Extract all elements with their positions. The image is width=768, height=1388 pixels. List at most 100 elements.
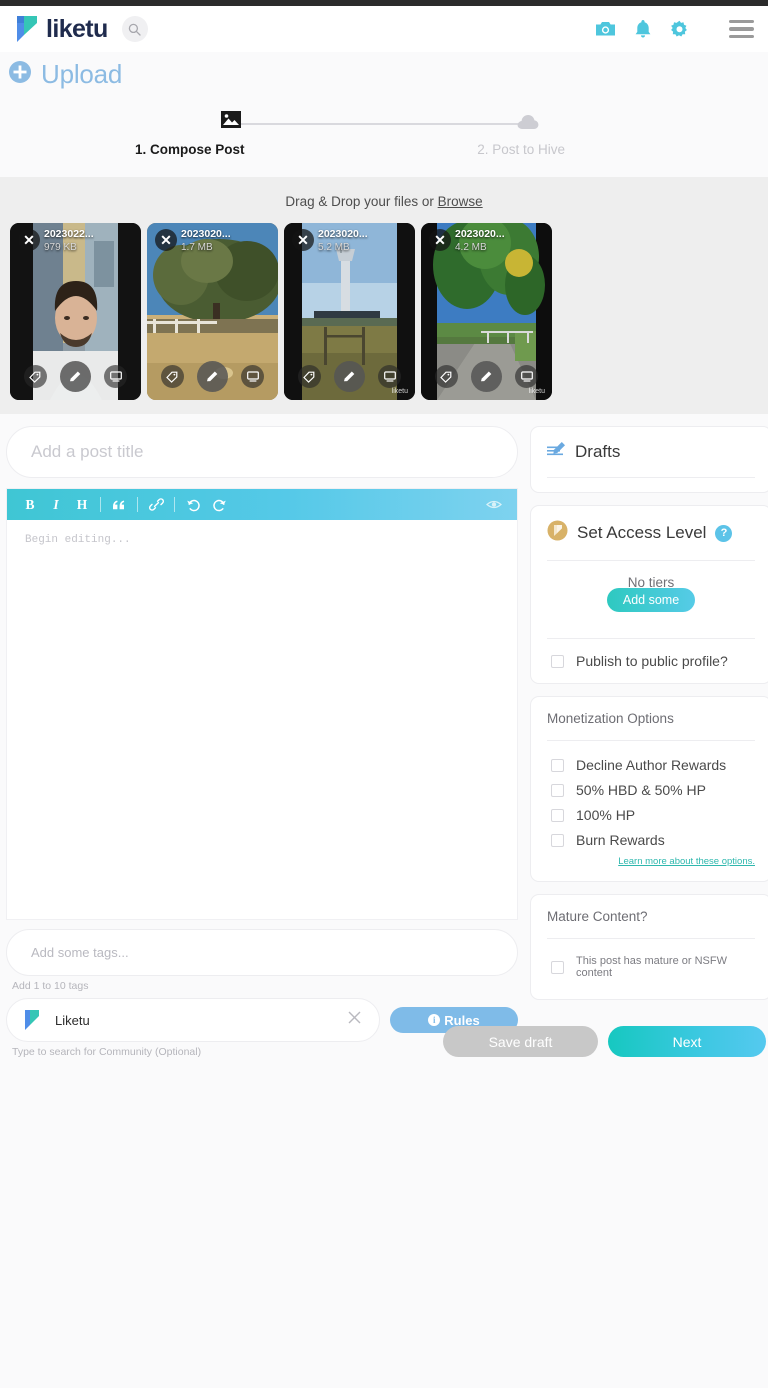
thumbnail-item[interactable]: ✕ 2023020... 5.2 MB liketu — [284, 223, 415, 400]
image-icon[interactable] — [221, 110, 241, 129]
dropzone-prompt: Drag & Drop your files or Browse — [0, 194, 768, 209]
brand-logo[interactable]: liketu — [14, 14, 108, 44]
file-name: 2023020... — [181, 228, 231, 240]
toolbar-divider — [100, 497, 101, 512]
caption-icon[interactable] — [515, 365, 539, 388]
monetization-card: Monetization Options Decline Author Rewa… — [530, 696, 768, 882]
liketu-logo-icon — [14, 14, 39, 44]
mature-content-label: This post has mature or NSFW content — [576, 955, 727, 979]
toolbar-divider — [137, 497, 138, 512]
dropzone[interactable]: Drag & Drop your files or Browse ✕ 20230… — [0, 177, 768, 414]
thumbnail-item[interactable]: ✕ 2023020... 1.7 MB — [147, 223, 278, 400]
bold-button[interactable]: B — [17, 492, 43, 518]
mature-content-row[interactable]: This post has mature or NSFW content — [547, 939, 755, 985]
gear-icon[interactable] — [670, 20, 689, 39]
camera-icon[interactable] — [595, 20, 616, 38]
dropzone-prompt-text: Drag & Drop your files or — [285, 194, 438, 209]
monetization-option-row[interactable]: 100% HP — [547, 798, 755, 823]
tags-input[interactable] — [6, 929, 518, 976]
mature-content-checkbox[interactable] — [551, 960, 564, 974]
upload-title-bar: Upload — [0, 52, 768, 96]
hamburger-menu-icon[interactable] — [729, 19, 754, 39]
monetization-heading: Monetization Options — [547, 711, 674, 726]
link-icon[interactable] — [143, 492, 169, 518]
pencil-edit-icon[interactable] — [196, 361, 228, 392]
publish-public-checkbox[interactable] — [551, 654, 564, 668]
monetization-option-label: 100% HP — [576, 807, 636, 823]
save-draft-button[interactable]: Save draft — [443, 1026, 598, 1057]
editor-body[interactable]: Begin editing... — [7, 520, 517, 919]
file-size: 5.2 MB — [318, 242, 350, 253]
plus-circle-icon[interactable] — [8, 60, 32, 89]
remove-file-button[interactable]: ✕ — [292, 229, 314, 251]
next-button[interactable]: Next — [608, 1026, 766, 1057]
sidebar-column: Drafts Set Access Level ? No tiers Add s… — [443, 426, 768, 1057]
undo-icon[interactable] — [180, 492, 206, 518]
monetization-option-row[interactable]: Burn Rewards — [547, 823, 755, 848]
tags-hint: Add 1 to 10 tags — [12, 980, 89, 992]
step-2-label[interactable]: 2. Post to Hive — [477, 142, 565, 157]
stepper-section: 1. Compose Post 2. Post to Hive — [0, 96, 768, 177]
remove-file-button[interactable]: ✕ — [155, 229, 177, 251]
file-name: 2023020... — [455, 228, 505, 240]
learn-more-link[interactable]: Learn more about these options. — [547, 856, 755, 867]
post-title-input[interactable] — [6, 426, 518, 478]
redo-icon[interactable] — [206, 492, 232, 518]
italic-button[interactable]: I — [43, 492, 69, 518]
publish-public-label: Publish to public profile? — [576, 653, 728, 669]
quote-icon[interactable] — [106, 492, 132, 518]
caption-icon[interactable] — [378, 365, 402, 388]
tag-icon[interactable] — [297, 365, 321, 388]
editor-toolbar: B I H — [7, 489, 517, 520]
search-icon[interactable] — [121, 16, 148, 42]
hundred-hp-checkbox[interactable] — [551, 808, 564, 822]
liketu-gold-icon — [547, 520, 568, 546]
tag-icon[interactable] — [434, 365, 458, 388]
thumbnail-toolbar — [10, 361, 141, 392]
toolbar-divider — [174, 497, 175, 512]
burn-rewards-checkbox[interactable] — [551, 833, 564, 847]
app-header: liketu — [0, 6, 768, 52]
mature-content-heading: Mature Content? — [547, 909, 648, 924]
publish-public-row[interactable]: Publish to public profile? — [547, 639, 755, 669]
thumbnail-item[interactable]: ✕ 2023020... 4.2 MB liketu — [421, 223, 552, 400]
pencil-edit-icon[interactable] — [59, 361, 91, 392]
divider — [547, 477, 755, 478]
file-size: 4.2 MB — [455, 242, 487, 253]
hbd-hp-split-checkbox[interactable] — [551, 783, 564, 797]
tier-zone: No tiers Add some — [547, 561, 755, 624]
upload-page: liketu Upload 1. Compose Post 2. Post to… — [0, 0, 768, 1388]
bell-icon[interactable] — [634, 19, 652, 39]
add-tiers-button[interactable]: Add some — [606, 588, 696, 612]
access-level-card: Set Access Level ? No tiers Add some Pub… — [530, 505, 768, 684]
file-name: 2023022... — [44, 228, 94, 240]
thumbnail-item[interactable]: ✕ 2023022... 979 KB — [10, 223, 141, 400]
header-left-group: liketu — [14, 14, 148, 44]
header-right-group — [595, 19, 754, 39]
monetization-option-row[interactable]: 50% HBD & 50% HP — [547, 773, 755, 798]
caption-icon[interactable] — [241, 365, 265, 388]
access-title-row: Set Access Level ? — [547, 520, 755, 546]
eye-preview-icon[interactable] — [481, 492, 507, 518]
decline-author-rewards-checkbox[interactable] — [551, 758, 564, 772]
question-mark-icon[interactable]: ? — [715, 524, 733, 542]
markdown-editor: B I H Begin editing... — [6, 488, 518, 920]
tag-icon[interactable] — [160, 365, 184, 388]
tag-icon[interactable] — [23, 365, 47, 388]
heading-button[interactable]: H — [69, 492, 95, 518]
thumbnail-toolbar — [147, 361, 278, 392]
remove-file-button[interactable]: ✕ — [429, 229, 451, 251]
monetization-option-row[interactable]: Decline Author Rewards — [547, 741, 755, 773]
caption-icon[interactable] — [104, 365, 128, 388]
drafts-card[interactable]: Drafts — [530, 426, 768, 493]
remove-file-button[interactable]: ✕ — [18, 229, 40, 251]
browse-link[interactable]: Browse — [438, 194, 483, 209]
cloud-upload-icon[interactable] — [517, 114, 539, 132]
drafts-label: Drafts — [575, 442, 621, 461]
monetization-option-label: 50% HBD & 50% HP — [576, 782, 706, 798]
drafts-title-row: Drafts — [547, 441, 755, 463]
pencil-edit-icon[interactable] — [470, 361, 502, 392]
pencil-edit-icon[interactable] — [333, 361, 365, 392]
step-1-label[interactable]: 1. Compose Post — [135, 142, 245, 157]
stepper: 1. Compose Post 2. Post to Hive — [135, 110, 565, 157]
